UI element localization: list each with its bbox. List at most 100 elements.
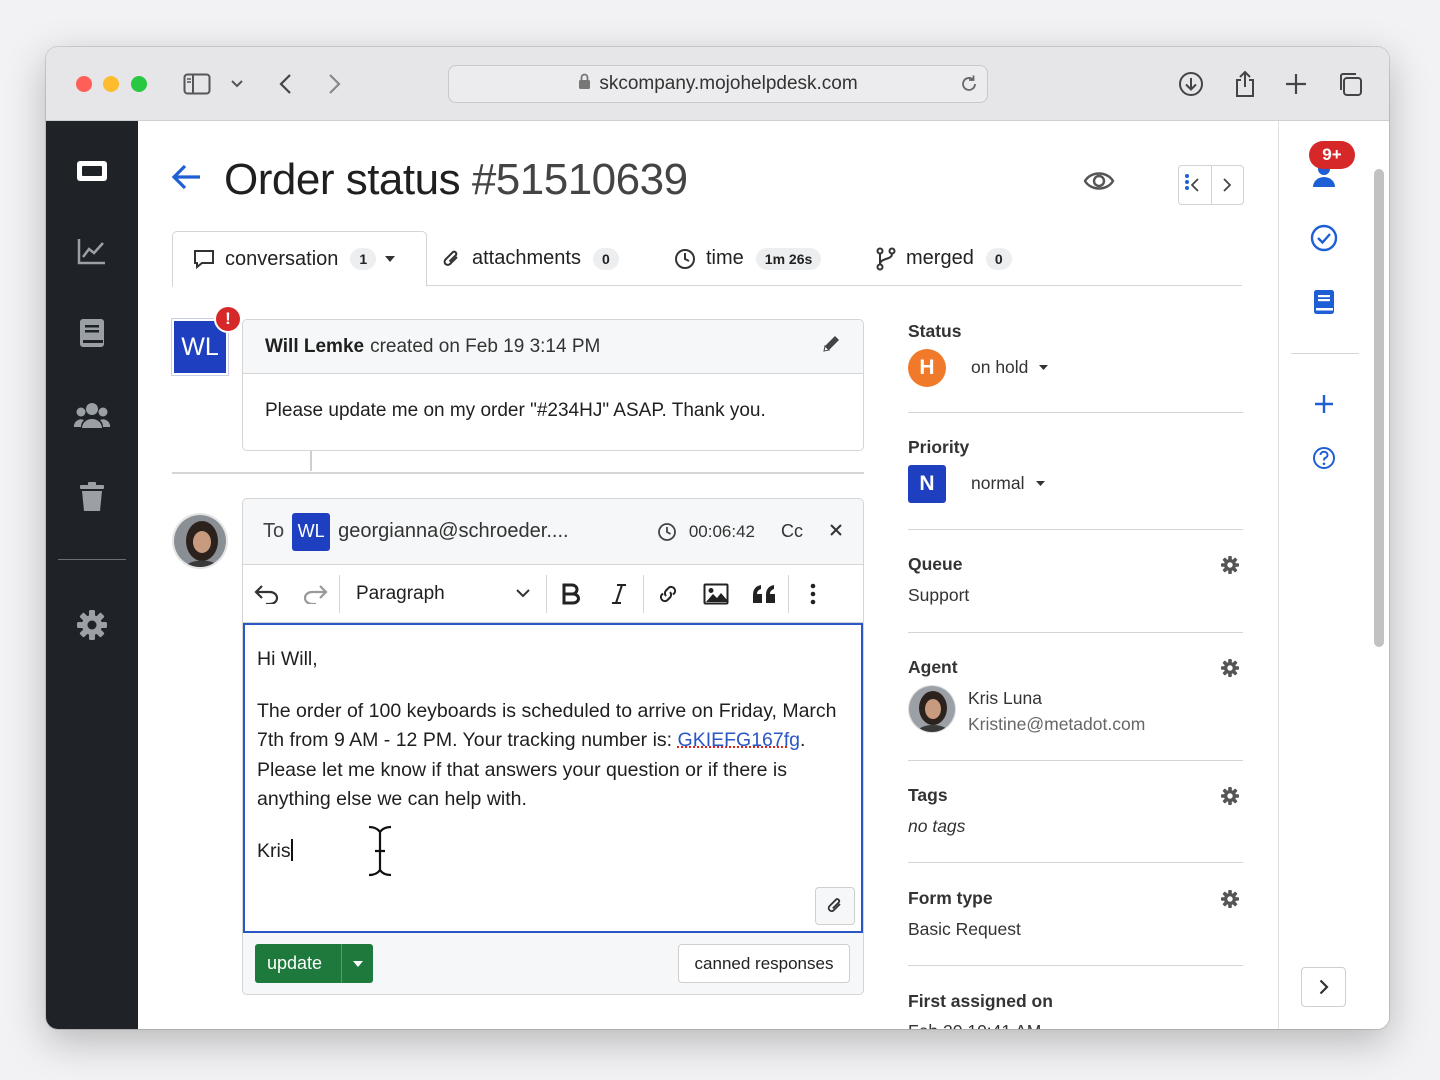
ticket-tabs: conversation 1 attachments 0 time 1m 26s…	[172, 231, 1242, 287]
right-rail: 9+	[1278, 121, 1389, 1029]
trash-icon[interactable]	[72, 477, 112, 517]
status-dropdown[interactable]: on hold	[971, 357, 1049, 378]
close-window-button[interactable]	[76, 76, 92, 92]
text-cursor-icon	[367, 824, 393, 887]
link-icon[interactable]	[644, 565, 692, 623]
next-ticket-button[interactable]	[1212, 166, 1244, 204]
bold-icon[interactable]	[547, 565, 595, 623]
maximize-window-button[interactable]	[131, 76, 147, 92]
italic-icon[interactable]	[595, 565, 643, 623]
paperclip-icon	[827, 898, 841, 912]
knowledge-base-icon[interactable]	[72, 313, 112, 353]
image-icon[interactable]	[692, 565, 740, 623]
agent-email: Kristine@metadot.com	[968, 714, 1146, 734]
queue-property: Queue Support	[908, 530, 1243, 633]
text-caret	[290, 838, 293, 861]
tab-merged[interactable]: merged 0	[876, 231, 1012, 286]
tab-count: 0	[592, 247, 619, 270]
chevron-down-icon[interactable]	[222, 69, 252, 99]
property-label: Agent	[908, 657, 958, 677]
knowledge-book-icon[interactable]	[1309, 287, 1339, 317]
reply-editor[interactable]: Hi Will, The order of 100 keyboards is s…	[243, 623, 863, 933]
reply-recipient-bar: To WL georgianna@schroeder.... 00:06:42 …	[243, 499, 863, 565]
tags-property: Tags no tags	[908, 761, 1243, 863]
first-assigned-property: First assigned on Feb 20 10:41 AM	[908, 966, 1243, 1029]
left-navigation	[46, 121, 138, 1029]
queue-value[interactable]: Support	[908, 585, 969, 606]
priority-dropdown[interactable]: normal	[971, 473, 1046, 494]
add-icon[interactable]	[1309, 389, 1339, 419]
undo-icon[interactable]	[243, 565, 291, 623]
format-select[interactable]: Paragraph	[340, 565, 546, 623]
gear-icon[interactable]	[1221, 556, 1239, 579]
minimize-window-button[interactable]	[103, 76, 119, 92]
tab-overview-icon[interactable]	[1335, 69, 1365, 99]
gear-icon[interactable]	[1221, 890, 1239, 913]
back-nav-icon[interactable]	[270, 69, 300, 99]
recipient-email[interactable]: georgianna@schroeder....	[338, 520, 568, 543]
tab-count: 0	[985, 247, 1012, 270]
forward-nav-icon[interactable]	[320, 69, 350, 99]
nav-divider	[58, 559, 126, 560]
alert-badge: !	[214, 305, 242, 333]
agent-name[interactable]: Kris Luna	[968, 688, 1042, 709]
update-button[interactable]: update	[255, 944, 373, 983]
tab-time[interactable]: time 1m 26s	[674, 231, 822, 286]
tab-count: 1	[350, 248, 377, 270]
reply-timer[interactable]: 00:06:42	[657, 522, 755, 542]
priority-badge: N	[908, 465, 946, 503]
paperclip-icon	[443, 250, 458, 266]
clock-icon	[657, 522, 676, 541]
tab-label: attachments	[472, 247, 581, 269]
canned-responses-button[interactable]: canned responses	[678, 944, 850, 983]
tab-conversation[interactable]: conversation 1	[172, 231, 428, 287]
close-icon[interactable]	[829, 520, 843, 543]
help-icon[interactable]	[1309, 443, 1339, 473]
pencil-icon[interactable]	[821, 334, 841, 360]
download-icon[interactable]	[1176, 69, 1206, 99]
clock-icon	[675, 248, 695, 269]
more-options-icon[interactable]	[789, 565, 837, 623]
attach-file-button[interactable]	[815, 887, 855, 925]
settings-gear-icon[interactable]	[72, 605, 112, 645]
new-tab-icon[interactable]	[1281, 69, 1311, 99]
expand-panel-button[interactable]	[1301, 967, 1346, 1007]
page-scrollbar[interactable]	[1374, 169, 1384, 647]
reload-icon[interactable]	[959, 74, 979, 100]
recipient-chip[interactable]: WL	[292, 512, 331, 551]
update-options-button[interactable]	[341, 944, 373, 983]
users-icon[interactable]	[72, 395, 112, 435]
cc-button[interactable]: Cc	[781, 521, 803, 542]
quote-icon[interactable]	[740, 565, 788, 623]
tab-attachments[interactable]: attachments 0	[442, 231, 619, 286]
watch-eye-icon[interactable]	[1083, 169, 1115, 198]
to-label: To	[263, 520, 285, 542]
format-select-value: Paragraph	[356, 582, 445, 604]
agent-photo	[908, 685, 956, 733]
tickets-icon[interactable]	[72, 151, 112, 191]
chevron-down-icon	[516, 589, 530, 598]
ticket-main: Order status #51510639 conversation 1 at…	[138, 121, 1278, 1029]
share-icon[interactable]	[1230, 69, 1260, 99]
tracking-link[interactable]: GKIEFG167fg	[678, 729, 800, 751]
priority-value: normal	[971, 473, 1025, 493]
first-assigned-value: Feb 20 10:41 AM	[908, 1021, 1041, 1029]
back-arrow-icon[interactable]	[170, 163, 202, 196]
message-divider	[172, 472, 864, 474]
gear-icon[interactable]	[1221, 787, 1239, 810]
gear-icon[interactable]	[1221, 659, 1239, 682]
editor-signature: Kris	[257, 837, 849, 867]
address-bar[interactable]: skcompany.mojohelpdesk.com	[448, 65, 988, 103]
status-value: on hold	[971, 357, 1029, 377]
comment-icon	[194, 250, 214, 270]
form-type-property: Form type Basic Request	[908, 863, 1243, 966]
form-type-value[interactable]: Basic Request	[908, 919, 1021, 940]
sidebar-toggle-icon[interactable]	[182, 69, 212, 99]
editor-greeting: Hi Will,	[257, 648, 318, 670]
tags-value: no tags	[908, 816, 966, 836]
previous-ticket-button[interactable]	[1179, 166, 1212, 204]
analytics-icon[interactable]	[72, 231, 112, 271]
editor-toolbar: Paragraph	[243, 565, 863, 623]
check-circle-icon[interactable]	[1309, 223, 1339, 253]
redo-icon[interactable]	[291, 565, 339, 623]
